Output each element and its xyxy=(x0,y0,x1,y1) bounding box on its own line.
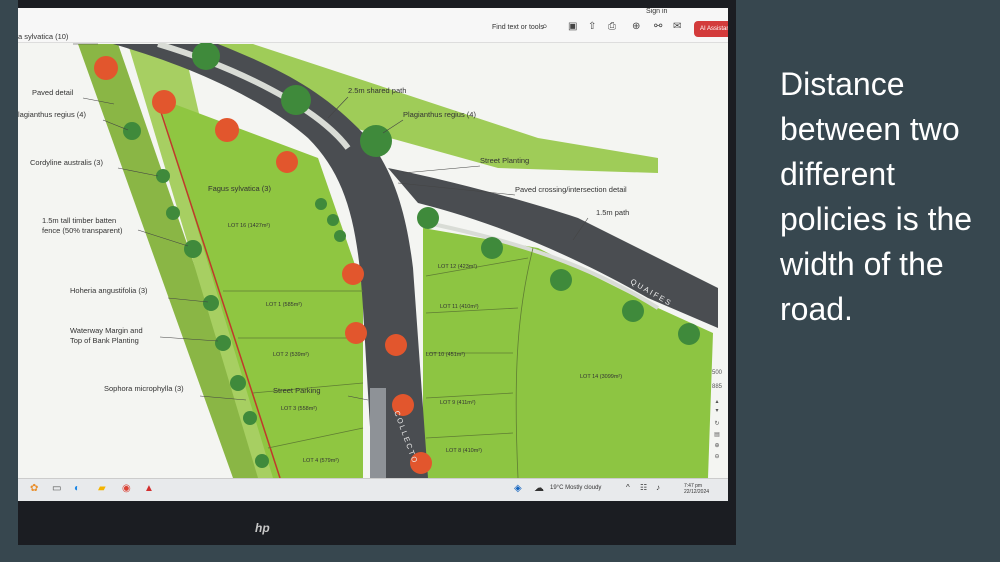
upload-icon[interactable]: ⇧ xyxy=(588,21,596,32)
label-sylvatica-top: a sylvatica (10) xyxy=(18,32,69,41)
lot-9: LOT 9 (411m²) xyxy=(440,400,476,406)
ai-assistant-button[interactable]: AI Assistant xyxy=(694,21,728,37)
label-waterway-2: Top of Bank Planting xyxy=(70,336,139,345)
chevron-down-icon[interactable]: ▾ xyxy=(708,407,726,414)
zoom-icon[interactable]: ⊕ xyxy=(632,21,640,32)
page-icon[interactable]: ▤ xyxy=(708,431,726,438)
task-view-icon[interactable]: ▭ xyxy=(52,483,61,494)
label-hoheria: Hoheria angustifolia (3) xyxy=(70,286,148,295)
chevron-up-icon[interactable]: ▴ xyxy=(708,398,726,405)
system-clock[interactable]: 7:47 pm 22/12/2024 xyxy=(684,483,709,495)
lot-1: LOT 1 (585m²) xyxy=(266,302,302,308)
refresh-icon[interactable]: ↻ xyxy=(708,420,726,427)
store-icon[interactable]: ◈ xyxy=(514,483,522,494)
lot-8: LOT 8 (410m²) xyxy=(446,448,482,454)
lot-3: LOT 3 (558m²) xyxy=(281,406,317,412)
label-fence-1: 1.5m tall timber batten xyxy=(42,216,117,225)
monitor-photo: Sign in Find text or tools ⌕ ▣ ⇧ ⎙ ⊕ ⚯ ✉… xyxy=(18,0,736,545)
zoom-value-bottom[interactable]: 885 xyxy=(708,384,726,390)
label-plagianthus-right: Plagianthus regius (4) xyxy=(403,110,476,119)
lot-2: LOT 2 (539m²) xyxy=(273,352,309,358)
chevron-up-icon[interactable]: ^ xyxy=(626,483,630,492)
widgets-icon[interactable]: ✿ xyxy=(30,483,38,494)
sign-in-link[interactable]: Sign in xyxy=(646,8,667,15)
weather-status[interactable]: 19°C Mostly cloudy xyxy=(550,485,601,491)
label-shared-path: 2.5m shared path xyxy=(348,86,407,95)
slide-caption: Distance between two different policies … xyxy=(780,66,973,327)
zoom-in-icon[interactable]: ⊕ xyxy=(708,442,726,449)
link-icon[interactable]: ⚯ xyxy=(654,21,662,32)
chrome-icon[interactable]: ◉ xyxy=(122,483,131,494)
label-street-parking: Street Parking xyxy=(273,386,321,395)
label-fence-2: fence (50% transparent) xyxy=(42,226,123,235)
clock-date: 22/12/2024 xyxy=(684,489,710,495)
acrobat-icon[interactable]: ▲ xyxy=(144,483,154,494)
weather-icon: ☁ xyxy=(534,483,544,494)
search-icon[interactable]: ⌕ xyxy=(542,21,548,32)
network-icon[interactable]: ☷ xyxy=(640,483,647,492)
label-plagianthus-left: lagianthus regius (4) xyxy=(18,110,86,119)
label-fagus: Fagus sylvatica (3) xyxy=(208,184,271,193)
lot-14: LOT 14 (3099m²) xyxy=(580,374,623,380)
pdf-toolbar: Sign in Find text or tools ⌕ ▣ ⇧ ⎙ ⊕ ⚯ ✉… xyxy=(18,8,728,43)
zoom-out-icon[interactable]: ⊖ xyxy=(708,453,726,460)
site-plan xyxy=(18,8,728,486)
lot-11: LOT 11 (410m²) xyxy=(440,304,479,310)
lot-12: LOT 12 (423m²) xyxy=(438,264,478,270)
label-1-5m-path: 1.5m path xyxy=(596,208,630,217)
file-explorer-icon[interactable]: ▰ xyxy=(98,483,106,494)
label-sophora: Sophora microphylla (3) xyxy=(104,384,184,393)
label-paved-crossing: Paved crossing/intersection detail xyxy=(515,185,627,194)
hp-logo: hp xyxy=(255,521,270,535)
windows-taskbar: ✿ ▭ ◐ ▰ ◉ ▲ ◈ ☁ 19°C Mostly cloudy ^ ☷ ♪… xyxy=(18,478,728,501)
save-icon[interactable]: ▣ xyxy=(568,21,577,32)
label-paved-detail: Paved detail xyxy=(32,88,74,97)
lot-4: LOT 4 (579m²) xyxy=(303,458,339,464)
label-waterway-1: Waterway Margin and xyxy=(70,326,143,335)
lot-10: LOT 10 (451m²) xyxy=(426,352,466,358)
find-tools-label[interactable]: Find text or tools xyxy=(492,24,544,31)
zoom-side-panel: 500 885 ▴ ▾ ↻ ▤ ⊕ ⊖ xyxy=(708,370,726,460)
label-cordyline: Cordyline australis (3) xyxy=(30,158,103,167)
lot-16: LOT 16 (1427m²) xyxy=(228,223,271,229)
volume-icon[interactable]: ♪ xyxy=(656,483,660,492)
zoom-value-top[interactable]: 500 xyxy=(708,370,726,376)
label-street-planting: Street Planting xyxy=(480,156,530,165)
edge-icon[interactable]: ◐ xyxy=(74,483,80,494)
mail-icon[interactable]: ✉ xyxy=(673,21,681,32)
monitor-screen: Sign in Find text or tools ⌕ ▣ ⇧ ⎙ ⊕ ⚯ ✉… xyxy=(18,8,728,486)
print-icon[interactable]: ⎙ xyxy=(608,21,616,32)
